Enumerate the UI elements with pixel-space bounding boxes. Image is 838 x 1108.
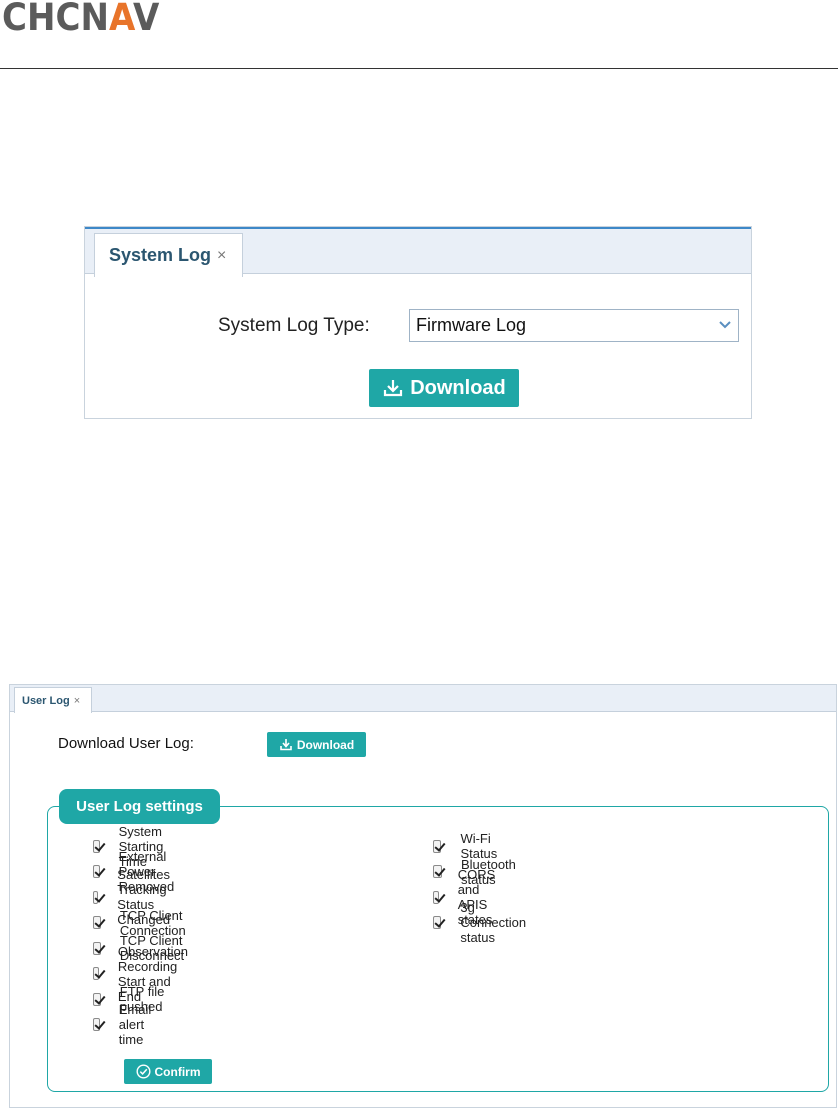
download-icon: [280, 739, 292, 751]
checkbox-row[interactable]: TCP Client Connection: [93, 908, 191, 938]
close-icon[interactable]: ×: [74, 695, 80, 707]
checkbox[interactable]: [93, 1018, 100, 1031]
checkbox[interactable]: [93, 967, 99, 980]
checkbox-label: Email alert time: [118, 1002, 152, 1047]
check-circle-icon: [135, 1064, 151, 1079]
chevron-down-icon: [719, 321, 731, 329]
location-pin-mark: A: [108, 0, 133, 39]
system-log-type-label: System Log Type:: [218, 315, 370, 336]
confirm-button-label: Confirm: [154, 1064, 201, 1079]
user-log-panel: User Log × Download User Log: Download U…: [9, 684, 837, 1108]
close-icon[interactable]: ×: [217, 247, 226, 265]
select-value: Firmware Log: [416, 315, 527, 335]
tab-strip: System Log ×: [85, 227, 751, 277]
download-user-log-button[interactable]: Download: [267, 732, 366, 757]
download-button-label: Download: [410, 376, 506, 399]
checkbox[interactable]: [433, 890, 439, 904]
tab-strip: User Log ×: [10, 685, 836, 713]
checkbox[interactable]: [93, 992, 101, 1006]
header-divider: [0, 68, 838, 69]
brand-logo: CHCNAV: [2, 0, 173, 36]
tab-system-log[interactable]: System Log ×: [94, 233, 243, 277]
download-icon: [384, 380, 403, 397]
checkbox[interactable]: [93, 941, 101, 955]
tab-label: User Log: [22, 694, 70, 707]
confirm-button[interactable]: Confirm: [124, 1059, 212, 1084]
tab-user-log[interactable]: User Log ×: [14, 687, 92, 713]
checkbox[interactable]: [433, 916, 442, 929]
checkbox-row[interactable]: Email alert time: [93, 1002, 158, 1047]
checkbox-row[interactable]: 3g Connection status: [433, 900, 531, 945]
download-user-log-label: Download User Log:: [58, 735, 194, 752]
user-log-settings-title: User Log settings: [59, 789, 220, 824]
checkbox[interactable]: [433, 839, 442, 853]
checkbox[interactable]: [93, 865, 100, 878]
checkbox[interactable]: [93, 916, 101, 929]
tab-label: System Log: [109, 245, 212, 265]
download-button[interactable]: Download: [369, 369, 519, 407]
checkbox-row[interactable]: Observation Recording Start and End: [93, 944, 195, 1004]
checkbox-row[interactable]: Satellites Tracking Status Changed: [93, 867, 178, 927]
checkbox[interactable]: [433, 865, 442, 878]
checkbox-row[interactable]: Wi-Fi Status: [433, 831, 502, 861]
checkbox[interactable]: [93, 890, 99, 904]
brand-logo-text: CHCNAV: [2, 0, 159, 36]
download-button-label: Download: [296, 737, 355, 752]
system-log-type-select[interactable]: Firmware Log: [409, 309, 739, 342]
checkbox[interactable]: [93, 839, 100, 853]
checkbox-label: 3g Connection status: [460, 900, 527, 945]
system-log-panel: System Log × System Log Type: Firmware L…: [84, 226, 752, 419]
